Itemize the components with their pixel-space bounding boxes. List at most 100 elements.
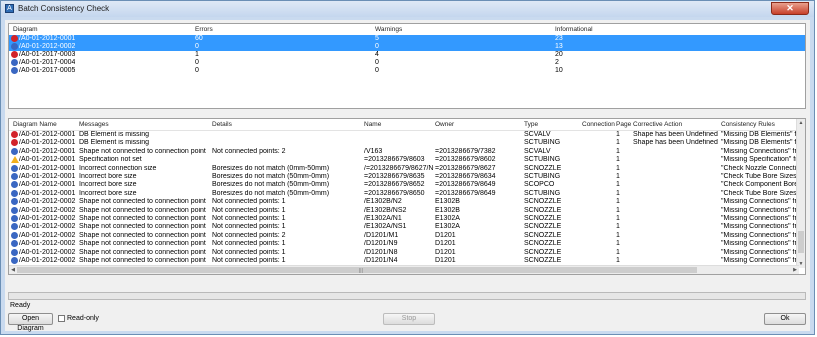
vertical-scrollbar[interactable]: ▲ ▼ (796, 119, 805, 268)
details-list: Diagram Name Messages Details Name Owner Type… (8, 118, 806, 275)
stop-button[interactable]: Stop (383, 313, 435, 325)
details-cell: "Missing Connections" from rul (721, 215, 799, 222)
info-icon (11, 215, 18, 222)
details-cell: SCNOZZLE (524, 257, 562, 264)
details-cell: 1 (616, 173, 620, 180)
details-cell: SCNOZZLE (524, 164, 562, 172)
column-informational[interactable]: Informational (555, 26, 593, 33)
details-cell: D1201 (435, 240, 456, 248)
scroll-up-icon[interactable]: ▲ (797, 119, 805, 127)
details-cell: Not connected points: 1 (212, 223, 286, 231)
error-icon (11, 51, 18, 58)
details-cell: SCNOZZLE (524, 248, 562, 256)
details-cell: 1 (616, 198, 620, 206)
details-row[interactable]: /A0-01-2012-0001 DB Element is missing SCV… (9, 131, 799, 139)
summary-row[interactable]: /A0-01-2012-0001 60 5 23 (9, 35, 805, 43)
details-cell: /A0-01-2012-0002 (19, 223, 76, 231)
details-cell: Shape not connected to connection point (79, 257, 206, 264)
details-row[interactable]: /A0-01-2012-0002 Shape not connected to c… (9, 231, 799, 240)
details-cell: D1201 (435, 248, 456, 256)
details-cell: =2013286679/8652 (364, 181, 425, 189)
details-cell: /=2013286679/8627/N-1 (364, 164, 434, 172)
details-column-6[interactable]: Connection (582, 121, 615, 128)
details-cell: SCTUBING (524, 156, 561, 164)
horizontal-scroll-thumb[interactable]: ||| (17, 267, 697, 274)
details-column-7[interactable]: Page (616, 121, 631, 128)
details-column-8[interactable]: Corrective Action (633, 121, 682, 128)
column-diagram[interactable]: Diagram (13, 26, 38, 33)
batch-consistency-window: A Batch Consistency Check ✕ Diagram Erro… (0, 0, 815, 335)
details-cell: Boresizes do not match (50mm-0mm) (212, 189, 330, 197)
details-cell: Boresizes do not match (50mm-0mm) (212, 173, 330, 180)
close-button[interactable]: ✕ (771, 2, 809, 15)
ok-button[interactable]: Ok (764, 313, 806, 325)
details-column-1[interactable]: Messages (79, 121, 109, 128)
details-cell: "Missing Connections" from rul (721, 206, 799, 214)
summary-cell-warnings: 5 (375, 35, 379, 42)
details-cell: /A0-01-2012-0002 (19, 240, 76, 248)
details-cell: /A0-01-2012-0001 (19, 131, 76, 138)
details-cell: /A0-01-2012-0002 (19, 257, 76, 264)
details-column-5[interactable]: Type (524, 121, 538, 128)
details-row[interactable]: /A0-01-2012-0002 Shape not connected to c… (9, 215, 799, 223)
details-cell: Shape not connected to connection point (79, 206, 206, 214)
details-row[interactable]: /A0-01-2012-0001 Specification not set =20… (9, 156, 799, 164)
details-cell: Shape not connected to connection point (79, 248, 206, 256)
details-cell: Shape has been Undefined (633, 131, 718, 138)
details-row[interactable]: /A0-01-2012-0002 Shape not connected to c… (9, 240, 799, 248)
summary-cell-info: 23 (555, 35, 563, 42)
details-cell: Not connected points: 1 (212, 240, 286, 248)
details-cell: /A0-01-2012-0002 (19, 198, 76, 206)
details-row[interactable]: /A0-01-2012-0002 Shape not connected to c… (9, 223, 799, 231)
details-cell: SCNOZZLE (524, 240, 562, 248)
info-icon (11, 147, 18, 155)
details-column-4[interactable]: Owner (435, 121, 454, 128)
column-errors[interactable]: Errors (195, 26, 213, 33)
details-column-9[interactable]: Consistency Rules (721, 121, 775, 128)
details-cell: Not connected points: 1 (212, 257, 286, 264)
summary-cell-warnings: 4 (375, 51, 379, 58)
details-row[interactable]: /A0-01-2012-0001 Incorrect bore size Bores… (9, 173, 799, 181)
details-row[interactable]: /A0-01-2012-0001 Incorrect bore size Bores… (9, 181, 799, 189)
horizontal-scrollbar[interactable]: ◀ ||| ▶ (9, 265, 799, 274)
details-row[interactable]: /A0-01-2012-0002 Shape not connected to c… (9, 248, 799, 257)
open-diagram-button[interactable]: Open Diagram (8, 313, 53, 332)
info-icon (11, 231, 18, 239)
details-cell: /A0-01-2012-0001 (19, 189, 76, 197)
details-row[interactable]: /A0-01-2012-0002 Shape not connected to c… (9, 257, 799, 265)
scroll-right-icon[interactable]: ▶ (791, 266, 799, 274)
details-cell: Incorrect bore size (79, 181, 137, 189)
title-bar[interactable]: A Batch Consistency Check ✕ (1, 1, 814, 17)
details-row[interactable]: /A0-01-2012-0002 Shape not connected to c… (9, 198, 799, 206)
details-cell: 1 (616, 248, 620, 256)
details-cell: /E1302B/NS2 (364, 206, 407, 214)
details-row[interactable]: /A0-01-2012-0002 Shape not connected to c… (9, 206, 799, 215)
scroll-left-icon[interactable]: ◀ (9, 266, 17, 274)
column-warnings[interactable]: Warnings (375, 26, 402, 33)
summary-cell-warnings: 0 (375, 59, 379, 66)
details-row[interactable]: /A0-01-2012-0001 Shape not connected to c… (9, 147, 799, 156)
summary-row[interactable]: /A0-01-2017-0005 0 0 10 (9, 67, 805, 75)
details-column-3[interactable]: Name (364, 121, 381, 128)
details-cell: Shape not connected to connection point (79, 147, 206, 155)
details-cell: =2013286679/8649 (435, 181, 496, 189)
details-column-0[interactable]: Diagram Name (13, 121, 57, 128)
details-column-2[interactable]: Details (212, 121, 232, 128)
details-cell: Boresizes do not match (0mm-50mm) (212, 164, 330, 172)
summary-cell-errors: 1 (195, 51, 199, 58)
summary-row[interactable]: /A0-01-2017-0004 0 0 2 (9, 59, 805, 67)
summary-cell-diagram: /A0-01-2017-0004 (19, 59, 76, 66)
details-row[interactable]: /A0-01-2012-0001 Incorrect connection siz… (9, 164, 799, 173)
summary-row[interactable]: /A0-01-2017-0003 1 4 20 (9, 51, 805, 59)
details-row[interactable]: /A0-01-2012-0001 Incorrect bore size Bores… (9, 189, 799, 198)
details-row[interactable]: /A0-01-2012-0001 DB Element is missing SCT… (9, 139, 799, 147)
details-cell: SCNOZZLE (524, 231, 562, 239)
read-only-checkbox[interactable] (58, 315, 65, 322)
details-cell: 1 (616, 189, 620, 197)
details-cell: Incorrect bore size (79, 189, 137, 197)
details-cell: 1 (616, 156, 620, 164)
vertical-scroll-thumb[interactable] (798, 231, 804, 253)
details-cell: 1 (616, 131, 620, 138)
info-icon (11, 173, 18, 180)
summary-row[interactable]: /A0-01-2012-0002 0 0 13 (9, 43, 805, 51)
